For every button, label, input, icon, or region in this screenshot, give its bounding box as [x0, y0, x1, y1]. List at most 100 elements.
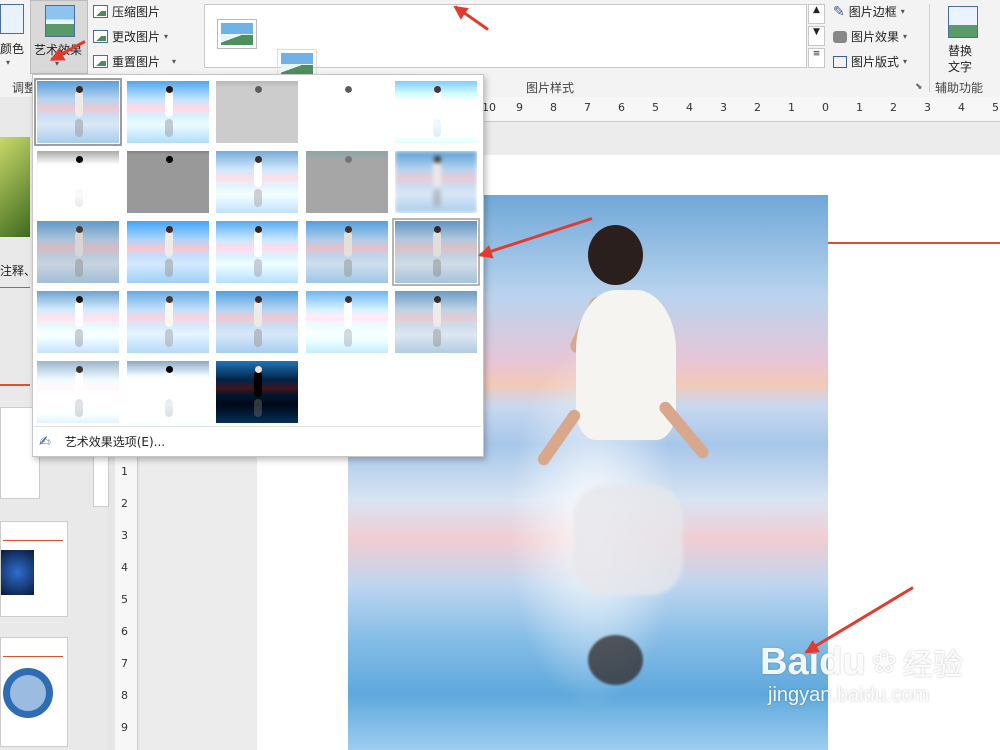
art-effect-option[interactable] — [305, 81, 388, 143]
effect-preview-image — [126, 221, 209, 283]
picture-layout-button[interactable]: 图片版式 ▾ — [833, 53, 907, 70]
vertical-ruler: 1 2 3 4 5 6 7 8 9 — [115, 455, 138, 750]
ruler-tick-label: 2 — [890, 101, 897, 114]
effect-preview-figure — [164, 296, 173, 327]
art-effect-option[interactable] — [216, 81, 298, 143]
effect-preview-figure — [343, 156, 352, 187]
slide-thumbnail-4[interactable] — [0, 637, 68, 747]
effect-preview-figure — [254, 226, 262, 257]
art-effect-option[interactable] — [395, 81, 477, 143]
effect-preview-image — [305, 291, 388, 353]
style-simple-frame[interactable] — [217, 19, 257, 49]
slide-accent-line — [828, 242, 1000, 244]
slide-divider-line-2 — [0, 384, 30, 386]
art-effect-option[interactable] — [126, 151, 209, 213]
change-picture-button[interactable]: 更改图片 ▾ — [93, 28, 168, 45]
effect-preview-image — [305, 81, 388, 143]
effect-preview-figure — [433, 296, 441, 327]
picture-reflection — [573, 485, 683, 595]
color-label: 颜色 — [0, 42, 25, 56]
art-effect-option[interactable] — [305, 291, 388, 353]
art-effect-option[interactable] — [126, 81, 209, 143]
paw-icon: ❀ — [871, 644, 897, 680]
art-effects-gallery: ✍ 艺术效果选项(E)... — [32, 74, 484, 457]
effect-preview-figure — [433, 156, 441, 187]
alt-text-button[interactable]: 替换 文字 — [940, 2, 986, 74]
effect-preview-figure — [164, 156, 173, 187]
ruler-tick-label: 4 — [686, 101, 693, 114]
ruler-tick-label: 8 — [550, 101, 557, 114]
art-effect-option[interactable] — [126, 221, 209, 283]
effect-preview-image — [37, 81, 119, 143]
effect-preview-image — [395, 151, 477, 213]
compress-label: 压缩图片 — [112, 5, 161, 19]
alt-text-label-line1: 替换 — [948, 44, 973, 58]
effect-preview-image — [395, 221, 477, 283]
ruler-tick-label: 5 — [652, 101, 659, 114]
picture-hair — [588, 225, 643, 285]
ruler-tick-label: 4 — [121, 561, 128, 574]
art-effect-option[interactable] — [216, 151, 298, 213]
dialog-launcher-icon[interactable]: ⬊ — [915, 82, 923, 92]
compress-icon — [93, 5, 108, 18]
ruler-tick-label: 6 — [618, 101, 625, 114]
more-icon: ≡ — [812, 49, 821, 59]
styles-more-button[interactable]: ≡ — [808, 48, 825, 68]
pen-icon: ✎ — [833, 3, 845, 20]
art-effect-option[interactable] — [216, 361, 298, 423]
effect-preview-reflection — [254, 399, 262, 417]
art-effect-option[interactable] — [305, 151, 388, 213]
effect-preview-image — [216, 81, 298, 143]
ruler-tick-label: 8 — [121, 689, 128, 702]
effect-preview-figure — [164, 86, 173, 117]
effect-preview-image — [126, 151, 209, 213]
effect-preview-reflection — [343, 189, 352, 207]
picture-border-button[interactable]: ✎ 图片边框 ▾ — [833, 3, 905, 20]
art-effect-option[interactable] — [395, 151, 477, 213]
slide-thumbnail-1[interactable] — [0, 137, 30, 237]
art-effect-option[interactable] — [126, 291, 209, 353]
ruler-tick-label: 6 — [121, 625, 128, 638]
art-effect-option[interactable] — [305, 221, 388, 283]
effect-preview-figure — [75, 86, 83, 117]
styles-scroll-down-button[interactable]: ▼ — [808, 26, 825, 46]
reset-picture-button[interactable]: 重置图片 ▾ — [93, 53, 176, 70]
ruler-tick-label: 0 — [822, 101, 829, 114]
effect-preview-figure — [433, 86, 441, 117]
ruler-tick-label: 1 — [788, 101, 795, 114]
slide-thumbnail-3[interactable] — [0, 521, 68, 617]
border-caret-icon: ▾ — [900, 7, 905, 16]
art-effects-options-label: 艺术效果选项(E)... — [64, 435, 166, 449]
effect-preview-figure — [75, 296, 83, 327]
effect-preview-reflection — [433, 259, 441, 277]
art-effect-option[interactable] — [37, 291, 119, 353]
art-effect-option[interactable] — [34, 78, 122, 146]
art-effect-option[interactable] — [126, 361, 209, 423]
effect-preview-reflection — [75, 399, 83, 417]
art-effects-options-item[interactable]: ✍ 艺术效果选项(E)... — [33, 426, 481, 456]
change-picture-label: 更改图片 — [112, 30, 161, 44]
picture-layout-label: 图片版式 — [851, 55, 900, 69]
art-effect-option[interactable] — [37, 361, 119, 423]
art-effect-option[interactable] — [37, 151, 119, 213]
art-effect-option[interactable] — [392, 218, 480, 286]
styles-scroll-up-button[interactable]: ▲ — [808, 4, 825, 24]
chevron-up-icon: ▲ — [813, 5, 820, 15]
brush-icon: ✍ — [39, 433, 51, 450]
watermark-brand-cn: 经验 — [902, 648, 963, 683]
art-effect-option[interactable] — [216, 291, 298, 353]
art-effects-icon — [45, 5, 75, 37]
slide-divider-line — [0, 287, 30, 288]
horizontal-ruler: 10 9 8 7 6 5 4 3 2 1 0 1 2 3 4 5 — [482, 97, 1000, 122]
art-effect-option[interactable] — [37, 221, 119, 283]
alt-text-icon — [948, 6, 978, 38]
effect-preview-image — [126, 291, 209, 353]
picture-effects-button[interactable]: 图片效果 ▾ — [833, 28, 907, 45]
panel-scrollbar[interactable] — [93, 455, 109, 507]
art-effect-option[interactable] — [395, 291, 477, 353]
effect-preview-image — [37, 221, 119, 283]
art-effect-option[interactable] — [216, 221, 298, 283]
color-button[interactable]: 颜色 ▾ — [0, 0, 30, 70]
picture-reflection-hair — [588, 635, 643, 685]
compress-pictures-button[interactable]: 压缩图片 — [93, 3, 160, 20]
